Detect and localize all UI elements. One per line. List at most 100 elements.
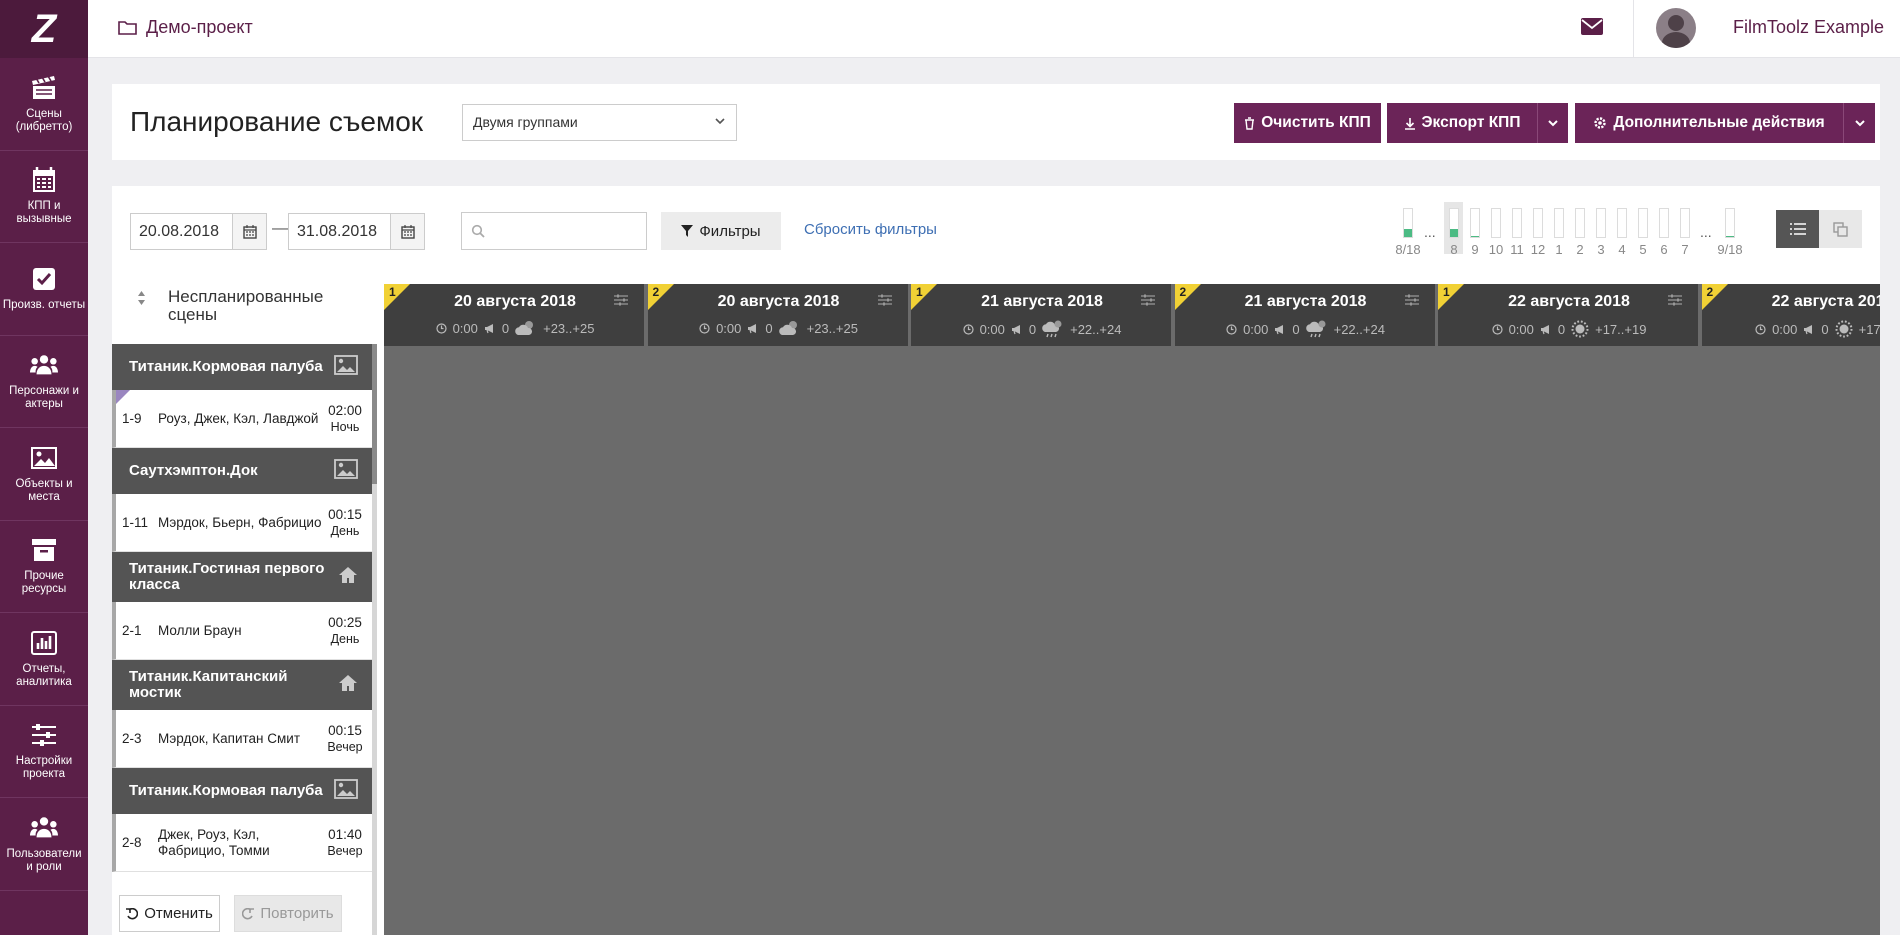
scene-marker	[116, 390, 130, 404]
image-icon	[30, 444, 58, 472]
sidebar-item-7[interactable]: Отчеты, аналитика	[0, 613, 88, 706]
sort-icon[interactable]	[137, 290, 146, 306]
archive-icon	[30, 536, 58, 564]
day-bar[interactable]: 7	[1675, 202, 1694, 257]
filters-button[interactable]: Фильтры	[661, 212, 781, 250]
day-bar[interactable]: 8/18	[1395, 202, 1421, 257]
day-column-header[interactable]: 2 21 августа 2018 0:00 0 +22..+24	[1174, 284, 1437, 346]
filters-label: Фильтры	[699, 222, 761, 240]
sidebar-item-9[interactable]: Пользователи и роли	[0, 798, 88, 891]
day-column-header[interactable]: 1 21 августа 2018 0:00 0 +22..+24	[911, 284, 1173, 346]
sliders-icon[interactable]	[1404, 294, 1419, 306]
scene-row[interactable]: 1-11 Мэрдок, Бьерн, Фабрицио 00:15 День	[112, 494, 372, 552]
scene-time: 01:40 Вечер	[322, 827, 372, 859]
sidebar-item-6[interactable]: Прочие ресурсы	[0, 521, 88, 613]
scene-row[interactable]: 2-3 Мэрдок, Капитан Смит 00:15 Вечер	[112, 710, 372, 768]
sidebar-item-3[interactable]: Произв. отчеты	[0, 243, 88, 336]
sidebar-item-2[interactable]: КПП и вызывные	[0, 151, 88, 243]
ellipsis: ...	[1700, 224, 1712, 240]
sidebar-item-5[interactable]: Объекты и места	[0, 428, 88, 521]
sidebar-item-8[interactable]: Настройки проекта	[0, 706, 88, 798]
scene-row[interactable]: 1-9 Роуз, Джек, Кэл, Лавджой 02:00 Ночь	[112, 390, 372, 448]
mode-select[interactable]: Двумя группами	[462, 104, 737, 141]
location-group[interactable]: Титаник.Гостиная первого класса	[112, 552, 372, 602]
sliders-icon[interactable]	[1141, 294, 1155, 306]
redo-button[interactable]: Повторить	[234, 895, 342, 932]
sidebar-item-1[interactable]: Сцены (либретто)	[0, 58, 88, 151]
date-from-calendar-button[interactable]	[233, 213, 267, 250]
export-dropdown-button[interactable]	[1537, 103, 1568, 143]
reset-filters-link[interactable]: Сбросить фильтры	[804, 221, 937, 238]
scene-duration: 02:00	[328, 402, 362, 418]
export-schedule-label: Экспорт КПП	[1421, 114, 1521, 131]
app-logo[interactable]: Z	[0, 0, 88, 58]
sidebar-item-label: КПП и вызывные	[16, 200, 72, 226]
day-bar-fill	[1450, 228, 1458, 237]
undo-button[interactable]: Отменить	[119, 895, 220, 932]
scrollbar-thumb[interactable]	[372, 344, 377, 484]
date-to-input[interactable]: 31.08.2018	[288, 213, 391, 250]
scene-number: 2-3	[122, 731, 142, 746]
ellipsis: ...	[1424, 224, 1436, 240]
scene-duration: 00:25	[328, 614, 362, 630]
schedule-board[interactable]: 1 20 августа 2018 0:00 0 +23..+25 2 20 августа…	[384, 284, 1880, 935]
scene-row[interactable]: 2-8 Джек, Роуз, Кэл, Фабрицио, Томми 01:40…	[112, 814, 372, 872]
calendar-icon	[30, 166, 58, 194]
more-actions-button[interactable]: Дополнительные действия	[1575, 103, 1843, 143]
day-column-header[interactable]: 1 20 августа 2018 0:00 0 +23..+25	[384, 284, 646, 346]
export-schedule-button[interactable]: Экспорт КПП	[1387, 103, 1537, 143]
scene-time-of-day: День	[330, 523, 360, 538]
mail-icon[interactable]	[1581, 18, 1603, 40]
day-bar-track	[1596, 208, 1606, 238]
location-group[interactable]: Титаник.Кормовая палуба	[112, 768, 372, 814]
sidebar-item-4[interactable]: Персонажи и актеры	[0, 336, 88, 428]
day-bar-track	[1680, 208, 1690, 238]
sidebar: Z Сцены (либретто) КПП и вызывные Произв. …	[0, 0, 88, 935]
day-temperature: +23..+25	[543, 320, 595, 336]
megaphone-icon	[484, 323, 493, 333]
day-column-header[interactable]: 222 августа 20180:000+17..+19	[1701, 284, 1880, 346]
day-column-header[interactable]: 2 20 августа 2018 0:00 0 +23..+25	[647, 284, 910, 346]
copy-icon	[1833, 221, 1848, 237]
day-bar-track	[1533, 208, 1543, 238]
day-bar[interactable]: 9/18	[1717, 202, 1743, 257]
search-input[interactable]	[461, 212, 647, 250]
list-icon	[1789, 223, 1806, 235]
day-bar-track	[1617, 208, 1627, 238]
scene-time-of-day: Вечер	[327, 843, 363, 858]
scene-characters: Мэрдок, Бьерн, Фабрицио	[158, 514, 322, 530]
day-column-header[interactable]: 1 22 августа 2018 0:00 0 +17..+19	[1438, 284, 1700, 346]
clock-icon	[1226, 323, 1237, 335]
sliders-icon[interactable]	[614, 294, 628, 306]
sliders-icon[interactable]	[877, 294, 892, 306]
user-name[interactable]: FilmToolz Example	[1733, 17, 1884, 38]
clear-schedule-label: Очистить КПП	[1261, 114, 1371, 131]
location-group[interactable]: Титаник.Капитанский мостик	[112, 660, 372, 710]
scrollbar[interactable]	[372, 344, 377, 935]
clear-schedule-button[interactable]: Очистить КПП	[1234, 103, 1381, 143]
avatar[interactable]	[1656, 8, 1696, 48]
day-temperature: +22..+24	[1070, 321, 1122, 337]
day-temperature: +23..+25	[806, 320, 858, 336]
more-actions-dropdown-button[interactable]	[1843, 103, 1875, 143]
cloud-rain-icon	[1042, 320, 1064, 338]
scene-time-of-day: Вечер	[327, 739, 363, 754]
project-name: Демо-проект	[146, 17, 253, 37]
list-view-button[interactable]	[1776, 210, 1819, 248]
sidebar-item-label: Настройки проекта	[15, 755, 73, 781]
day-time: 0:00	[1243, 321, 1269, 337]
calendar-icon	[400, 224, 415, 239]
project-link[interactable]: Демо-проект	[118, 17, 253, 38]
home-icon	[338, 674, 358, 696]
sliders-icon[interactable]	[1668, 294, 1682, 306]
sun-icon	[1571, 320, 1589, 338]
date-to-calendar-button[interactable]	[391, 213, 425, 250]
grid-view-button[interactable]	[1819, 210, 1862, 248]
location-group[interactable]: Титаник.Кормовая палуба	[112, 344, 372, 390]
date-from-input[interactable]: 20.08.2018	[130, 213, 233, 250]
location-group[interactable]: Саутхэмптон.Док	[112, 448, 372, 494]
cloud-rain-icon	[1305, 320, 1328, 338]
day-bar-label: 9/18	[1717, 242, 1743, 257]
scene-row[interactable]: 2-1 Молли Браун 00:25 День	[112, 602, 372, 660]
sidebar-item-label: Объекты и места	[15, 477, 73, 503]
